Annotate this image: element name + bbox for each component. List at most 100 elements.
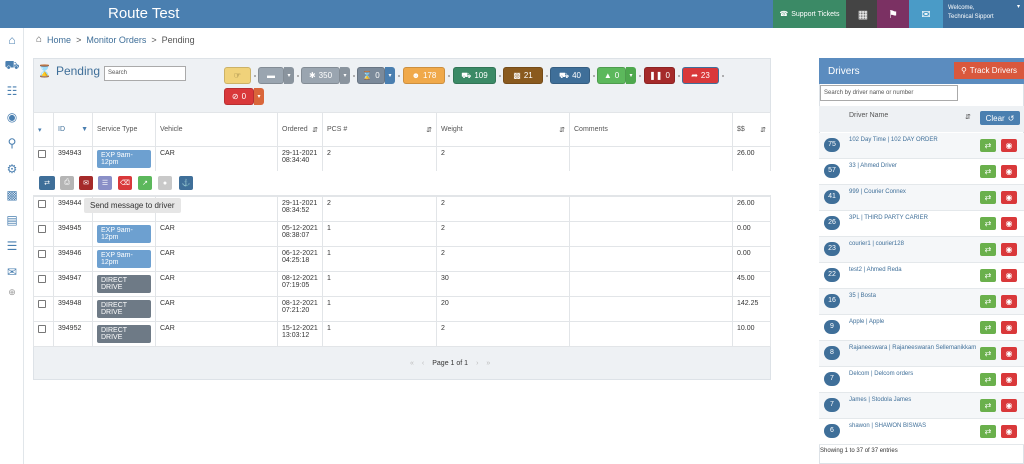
view-button[interactable]: ◉ <box>1001 243 1017 256</box>
driver-row[interactable]: 16 35 | Bosta ⇄ ◉ <box>819 289 1024 315</box>
driver-name[interactable]: Delcom | Delcom orders <box>849 370 977 379</box>
envelope-icon[interactable]: ✉ <box>4 265 20 279</box>
next-page-icon[interactable]: › <box>476 360 478 367</box>
driver-row[interactable]: 57 33 | Ahmed Driver ⇄ ◉ <box>819 159 1024 185</box>
row-checkbox[interactable] <box>38 300 46 308</box>
table-row[interactable]: 394946 EXP 9am-12pm CAR 06-12-2021 04:25:… <box>33 246 771 272</box>
amount-column-header[interactable]: $$ ⇵ <box>732 112 771 147</box>
table-row[interactable]: 394945 EXP 9am-12pm CAR 05-12-2021 08:38:… <box>33 221 771 247</box>
all-filter-button[interactable]: ✱ 350 <box>301 67 340 84</box>
select-all-header[interactable]: ▾ <box>33 112 54 147</box>
driver-name[interactable]: Rajaneeswara | Rajaneeswaran Sellemanikk… <box>849 344 977 353</box>
view-button[interactable]: ◉ <box>1001 373 1017 386</box>
warehouse-filter-button[interactable]: ▩ 21 <box>503 67 543 84</box>
view-button[interactable]: ◉ <box>1001 269 1017 282</box>
order-id[interactable]: 394946 <box>53 246 93 272</box>
print-button[interactable]: ⎙ <box>60 176 74 190</box>
calendar-icon[interactable]: ☷ <box>4 84 20 98</box>
driver-row[interactable]: 26 3PL | THIRD PARTY CARIER ⇄ ◉ <box>819 211 1024 237</box>
weight-column-header[interactable]: Weight ⇵ <box>436 112 570 147</box>
driver-name[interactable]: test2 | Ahmed Reda <box>849 266 977 275</box>
delivery-filter-button[interactable]: ⛟ 40 <box>550 67 590 84</box>
breadcrumb-home[interactable]: Home <box>47 35 71 45</box>
assign-button[interactable]: ⇄ <box>980 347 996 360</box>
paused-filter-button[interactable]: ❚❚ 0 <box>644 67 675 84</box>
search-input[interactable]: Search <box>104 66 186 81</box>
driver-name[interactable]: shawon | SHAWON BISWAS <box>849 422 977 431</box>
driver-row[interactable]: 7 James | Stodola James ⇄ ◉ <box>819 393 1024 419</box>
assign-button[interactable]: ⇄ <box>980 243 996 256</box>
assigned-filter-button[interactable]: ☻ 178 <box>403 67 445 84</box>
row-checkbox[interactable] <box>38 225 46 233</box>
first-page-icon[interactable]: « <box>410 360 414 367</box>
delivered-filter-button[interactable]: ▲ 0 <box>597 67 626 84</box>
returned-filter-button[interactable]: ➦ 23 <box>682 67 719 84</box>
driver-row[interactable]: 41 999 | Courier Connex ⇄ ◉ <box>819 185 1024 211</box>
prev-page-icon[interactable]: ‹ <box>422 360 424 367</box>
all-filter-dropdown[interactable]: ▾ <box>340 67 350 84</box>
assign-button[interactable]: ⇄ <box>980 165 996 178</box>
driver-search-input[interactable]: Search by driver name or number <box>820 85 958 101</box>
order-id[interactable]: 394945 <box>53 221 93 247</box>
calculator-button[interactable]: ▦ <box>846 0 880 28</box>
order-id[interactable]: 394952 <box>53 321 93 347</box>
notifications-button[interactable]: ⚑ <box>877 0 909 28</box>
bicycle-icon[interactable]: ◉ <box>4 110 20 124</box>
assign-button[interactable]: ⇄ <box>980 295 996 308</box>
table-row[interactable]: 394952 DIRECT DRIVE CAR 15-12-2021 13:03:… <box>33 321 771 347</box>
table-row[interactable]: 394947 DIRECT DRIVE CAR 08-12-2021 07:19:… <box>33 271 771 297</box>
assign-button[interactable]: ⇄ <box>980 139 996 152</box>
assign-driver-button[interactable]: ⇄ <box>39 176 55 190</box>
driver-name[interactable]: 33 | Ahmed Driver <box>849 162 977 171</box>
driver-row[interactable]: 75 102 Day Time | 102 DAY ORDER ⇄ ◉ <box>819 133 1024 159</box>
user-menu[interactable]: Welcome, Technical Sipport ▾ <box>943 0 1024 28</box>
view-button[interactable]: ◉ <box>1001 295 1017 308</box>
view-button[interactable]: ◉ <box>1001 347 1017 360</box>
row-checkbox[interactable] <box>38 325 46 333</box>
gear-icon[interactable]: ⚙ <box>4 162 20 176</box>
view-button[interactable]: ◉ <box>1001 217 1017 230</box>
card-filter-button[interactable]: ▬ <box>258 67 284 84</box>
truck-icon[interactable]: ⛟ <box>4 58 20 72</box>
driver-name-column-label[interactable]: Driver Name <box>849 112 888 119</box>
assign-button[interactable]: ⇄ <box>980 399 996 412</box>
list-icon[interactable]: ☰ <box>4 239 20 253</box>
pcs-column-header[interactable]: PCS # ⇵ <box>322 112 437 147</box>
anchor-button[interactable]: ⚓ <box>179 176 193 190</box>
details-button[interactable]: ☰ <box>98 176 112 190</box>
assign-button[interactable]: ⇄ <box>980 425 996 438</box>
id-column-header[interactable]: ID ▼ <box>53 112 93 147</box>
chat-button[interactable]: ✉ <box>909 0 943 28</box>
driver-row[interactable]: 6 shawon | SHAWON BISWAS ⇄ ◉ <box>819 419 1024 445</box>
driver-row[interactable]: 9 Apple | Apple ⇄ ◉ <box>819 315 1024 341</box>
cancelled-filter-dropdown[interactable]: ▾ <box>254 88 264 105</box>
driver-name[interactable]: 999 | Courier Connex <box>849 188 977 197</box>
view-button[interactable]: ◉ <box>1001 399 1017 412</box>
driver-name[interactable]: 102 Day Time | 102 DAY ORDER <box>849 136 977 145</box>
table-row[interactable]: 394943 EXP 9am-12pm CAR 29-11-2021 08:34:… <box>33 146 771 172</box>
order-id[interactable]: 394943 <box>53 146 93 172</box>
driver-name[interactable]: 35 | Bosta <box>849 292 977 301</box>
sort-icon[interactable]: ⇵ <box>965 113 971 121</box>
driver-row[interactable]: 8 Rajaneeswara | Rajaneeswaran Sellemani… <box>819 341 1024 367</box>
delivered-filter-dropdown[interactable]: ▾ <box>626 67 636 84</box>
cancelled-filter-button[interactable]: ⊘ 0 <box>224 88 254 105</box>
assign-button[interactable]: ⇄ <box>980 269 996 282</box>
send-message-button[interactable]: ✉ <box>79 176 93 190</box>
row-checkbox[interactable] <box>38 150 46 158</box>
building-icon[interactable]: ▩ <box>4 188 20 202</box>
driver-name[interactable]: James | Stodola James <box>849 396 977 405</box>
location-button[interactable]: ● <box>158 176 172 190</box>
hourglass-filter-dropdown[interactable]: ▾ <box>385 67 395 84</box>
track-drivers-button[interactable]: ⚲ Track Drivers <box>954 62 1024 79</box>
hourglass-filter-button[interactable]: ⌛ 0 <box>357 67 385 84</box>
car-filter-button[interactable]: ⛟ 109 <box>453 67 496 84</box>
driver-name[interactable]: courier1 | courier128 <box>849 240 977 249</box>
delete-button[interactable]: ⌫ <box>118 176 132 190</box>
ordered-column-header[interactable]: Ordered ⇵ <box>277 112 323 147</box>
support-tickets-button[interactable]: ☎ Support Tickets <box>773 0 846 28</box>
driver-row[interactable]: 7 Delcom | Delcom orders ⇄ ◉ <box>819 367 1024 393</box>
order-id[interactable]: 394947 <box>53 271 93 297</box>
driver-name[interactable]: 3PL | THIRD PARTY CARIER <box>849 214 977 223</box>
assign-button[interactable]: ⇄ <box>980 373 996 386</box>
